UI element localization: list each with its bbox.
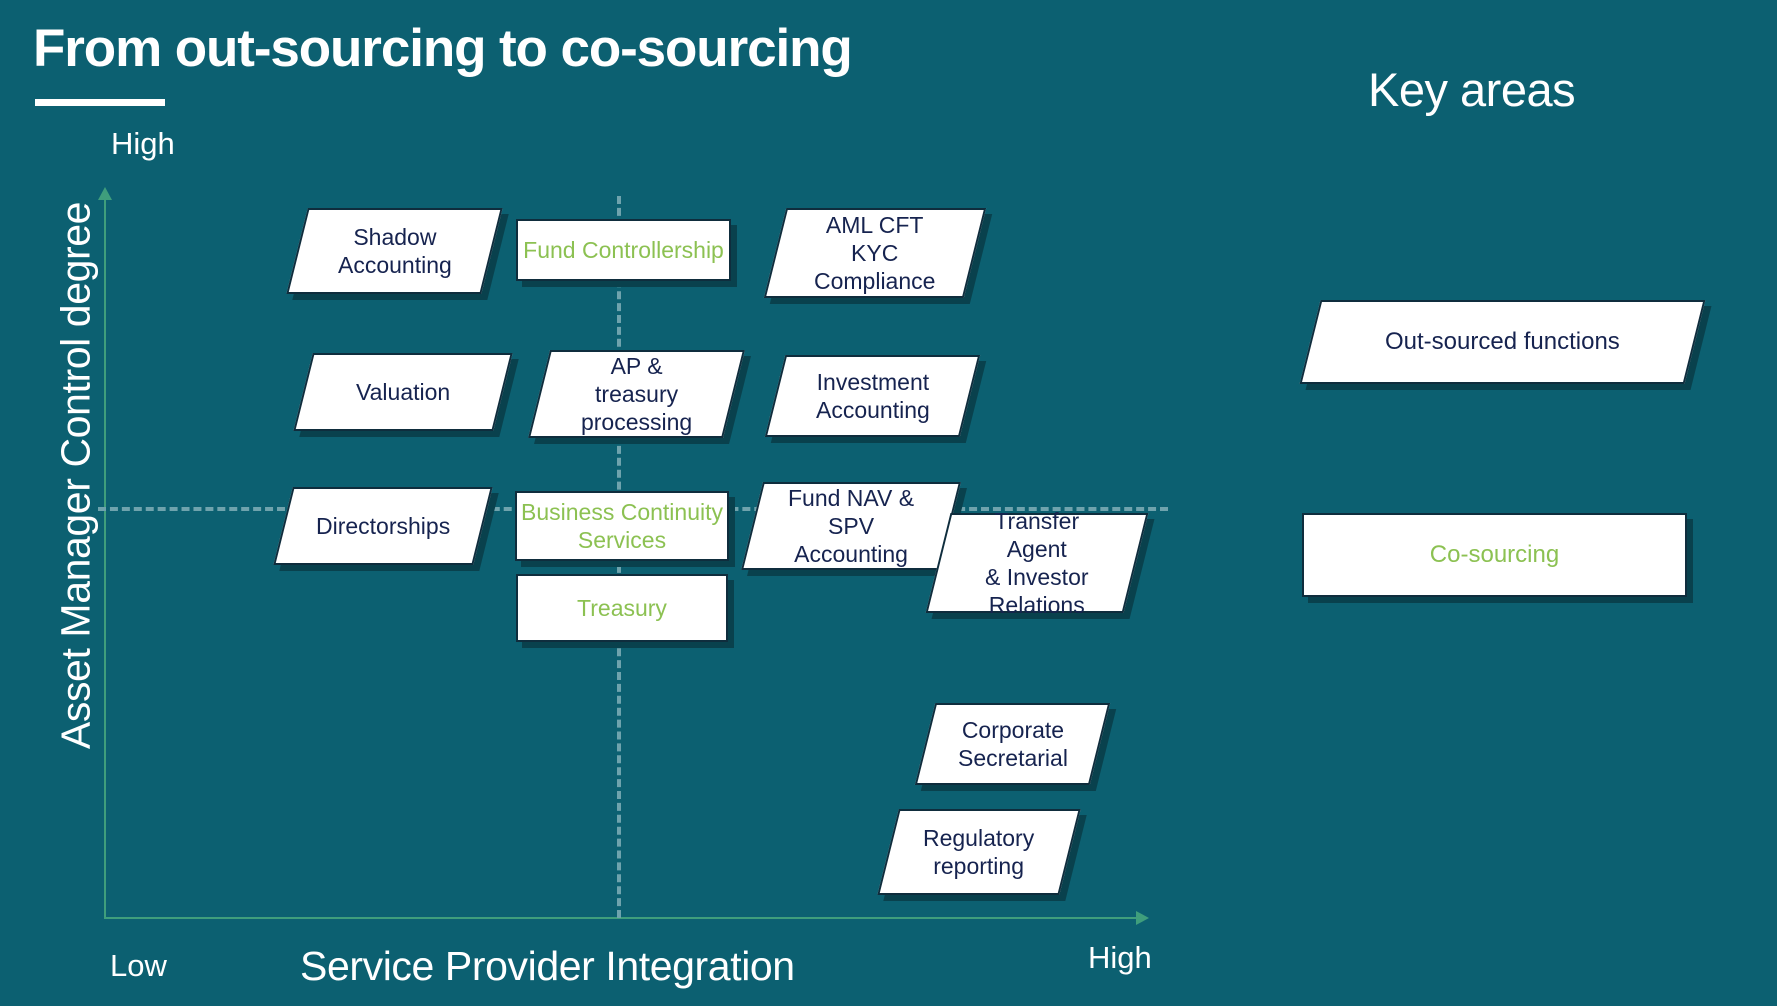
y-axis-label: Asset Manager Control degree [52,201,99,750]
x-axis-tick-high: High [1088,940,1152,975]
matrix-node-regulatory-reporting[interactable]: Regulatory reporting [877,809,1081,895]
slide-canvas: From out-sourcing to co-sourcing Key are… [0,0,1777,1006]
matrix-node-label: Fund Controllership [523,236,724,263]
y-axis-arrow-icon [98,187,112,200]
matrix-node-label: AML CFT KYC Compliance [814,211,936,295]
matrix-node-label: Transfer Agent & Investor Relations [985,507,1089,619]
matrix-node-transfer-agent-investor-relations[interactable]: Transfer Agent & Investor Relations [925,508,1149,618]
matrix-node-business-continuity-services[interactable]: Business Continuity Services [515,491,729,561]
matrix-node-label: Directorships [315,512,451,539]
matrix-node-label: AP & treasury processing [580,352,693,436]
matrix-node-label: Investment Accounting [815,368,930,423]
matrix-node-investment-accounting[interactable]: Investment Accounting [764,355,981,437]
matrix-node-label: Valuation [355,378,451,405]
matrix-node-label: Shadow Accounting [337,223,452,278]
y-axis-tick-high: High [111,126,175,161]
matrix-node-treasury[interactable]: Treasury [516,574,728,642]
legend-item-label: Co-sourcing [1429,541,1560,568]
matrix-node-label: Regulatory reporting [923,824,1035,879]
legend-item-co-sourcing[interactable]: Co-sourcing [1302,513,1687,597]
matrix-node-fund-controllership[interactable]: Fund Controllership [516,219,731,281]
x-axis-arrow-icon [1136,911,1149,925]
key-areas-heading: Key areas [1368,63,1576,116]
matrix-node-label: Fund NAV & SPV Accounting [787,484,915,568]
x-axis-line [104,917,1142,919]
y-axis-line [104,196,106,918]
matrix-node-label: Corporate Secretarial [957,716,1068,771]
page-title: From out-sourcing to co-sourcing [33,19,853,78]
matrix-node-valuation[interactable]: Valuation [293,353,513,431]
x-axis-label: Service Provider Integration [300,943,795,989]
x-axis-tick-low: Low [110,948,167,983]
matrix-node-label: Business Continuity Services [521,498,723,553]
matrix-node-corporate-secretarial[interactable]: Corporate Secretarial [914,703,1111,785]
matrix-node-fund-nav-spv-accounting[interactable]: Fund NAV & SPV Accounting [741,482,961,570]
legend-item-label: Out-sourced functions [1385,328,1620,355]
matrix-node-shadow-accounting[interactable]: Shadow Accounting [286,208,503,294]
matrix-node-label: Treasury [577,594,667,621]
legend-item-out-sourced[interactable]: Out-sourced functions [1299,300,1706,384]
matrix-node-directorships[interactable]: Directorships [273,487,493,565]
matrix-node-ap-treasury-processing[interactable]: AP & treasury processing [528,350,745,438]
matrix-node-aml-cft-kyc-compliance[interactable]: AML CFT KYC Compliance [763,208,987,298]
